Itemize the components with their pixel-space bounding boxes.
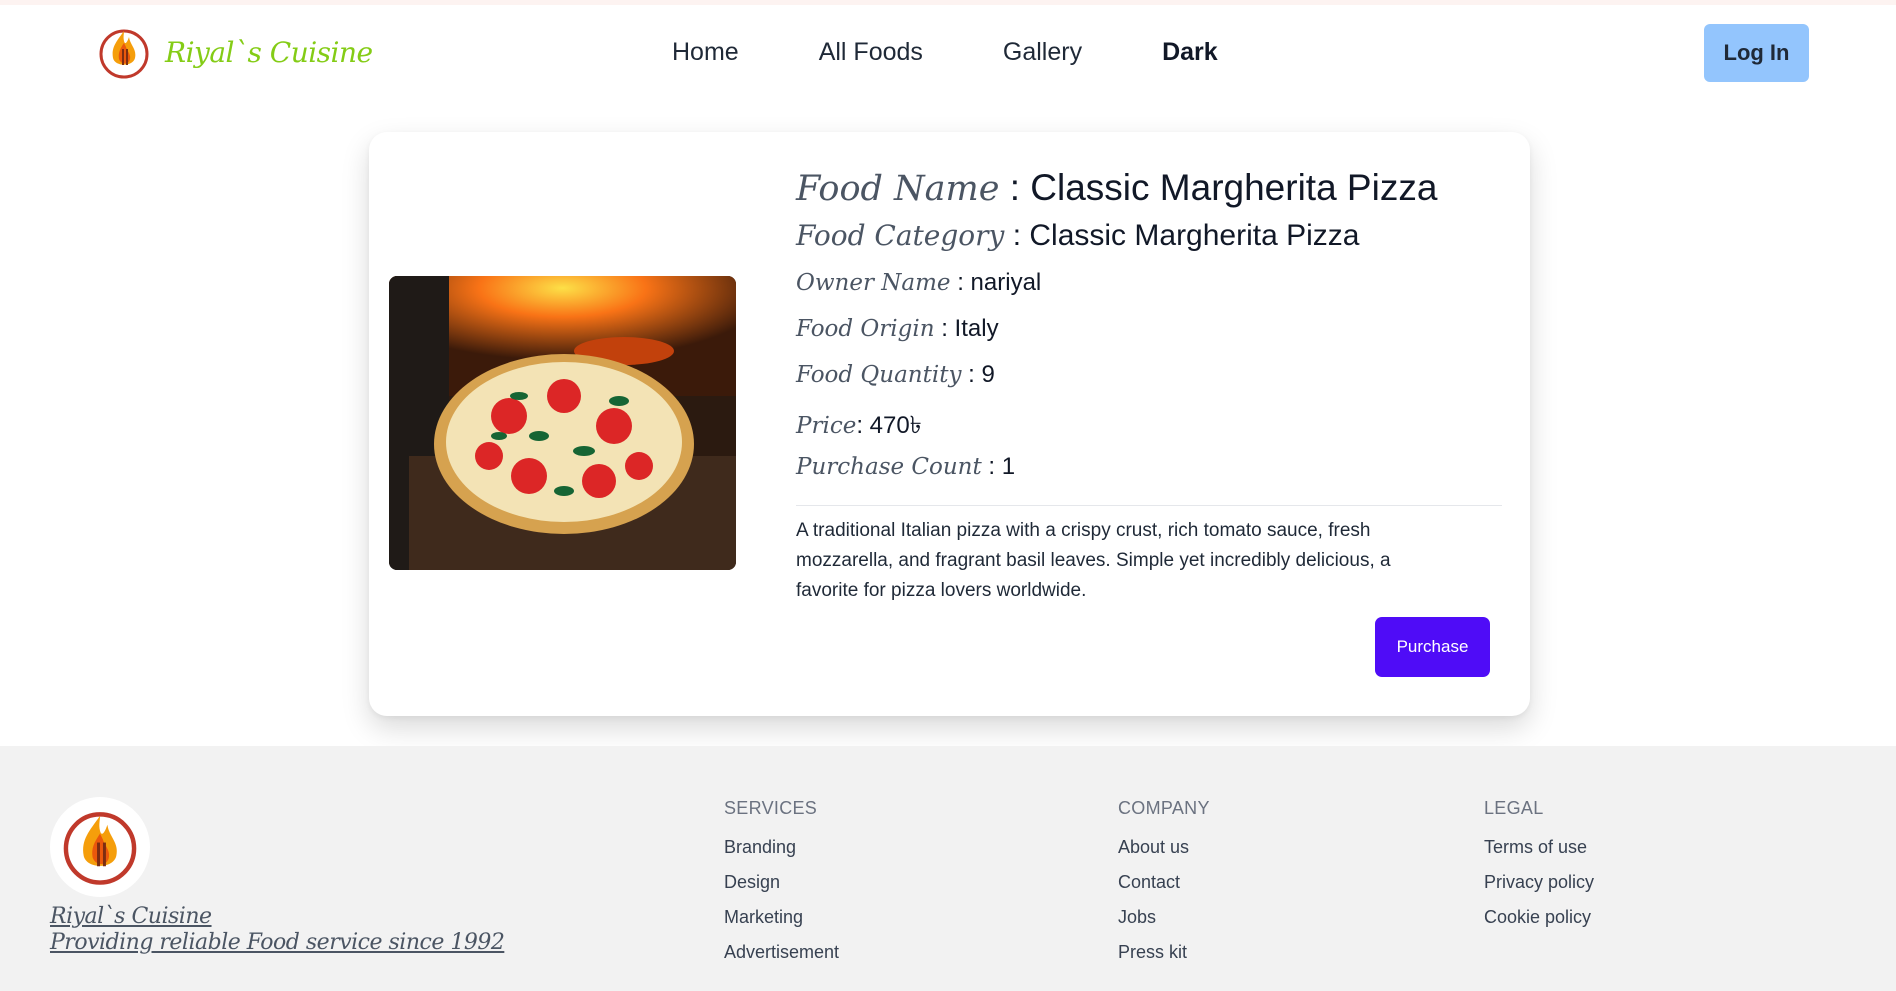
food-info: Food Name : Classic Margherita Pizza Foo… bbox=[796, 167, 1502, 606]
origin-label: Food Origin bbox=[796, 316, 935, 342]
footer-company-title: Company bbox=[1118, 798, 1210, 818]
login-button[interactable]: Log In bbox=[1704, 24, 1809, 82]
price-value: 470৳ bbox=[869, 412, 922, 439]
footer-link-contact[interactable]: Contact bbox=[1118, 872, 1210, 907]
footer-services-title: Services bbox=[724, 798, 818, 818]
quantity-row: Food Quantity : 9 bbox=[796, 361, 995, 388]
food-image bbox=[389, 276, 736, 570]
navbar: Riyal`s Cuisine Home All Foods Gallery D… bbox=[0, 5, 1896, 100]
flame-logo-icon bbox=[63, 812, 137, 885]
origin-row: Food Origin : Italy bbox=[796, 315, 999, 342]
flame-logo-icon bbox=[99, 29, 149, 79]
food-category-row: Food Category : Classic Margherita Pizza bbox=[796, 219, 1360, 252]
footer-link-terms[interactable]: Terms of use bbox=[1484, 837, 1594, 872]
quantity-label: Food Quantity bbox=[796, 362, 962, 388]
footer-link-jobs[interactable]: Jobs bbox=[1118, 907, 1210, 942]
divider bbox=[796, 505, 1502, 506]
footer-legal-title: Legal bbox=[1484, 798, 1544, 818]
owner-label: Owner Name bbox=[796, 270, 951, 296]
nav-home[interactable]: Home bbox=[672, 38, 739, 67]
owner-value: nariyal bbox=[970, 269, 1042, 296]
footer: Riyal`s Cuisine Providing reliable Food … bbox=[0, 746, 1896, 991]
purchase-count-value: 1 bbox=[1001, 453, 1016, 480]
food-detail-card: Food Name : Classic Margherita Pizza Foo… bbox=[369, 132, 1530, 716]
footer-link-branding[interactable]: Branding bbox=[724, 837, 839, 872]
footer-link-advertisement[interactable]: Advertisement bbox=[724, 942, 839, 977]
footer-link-privacy[interactable]: Privacy policy bbox=[1484, 872, 1594, 907]
brand[interactable]: Riyal`s Cuisine bbox=[97, 25, 373, 79]
food-name-row: Food Name : Classic Margherita Pizza bbox=[796, 167, 1438, 209]
footer-link-marketing[interactable]: Marketing bbox=[724, 907, 839, 942]
footer-brand: Riyal`s Cuisine Providing reliable Food … bbox=[50, 904, 505, 956]
nav-gallery[interactable]: Gallery bbox=[1003, 38, 1082, 67]
theme-toggle-dark[interactable]: Dark bbox=[1162, 38, 1218, 67]
footer-logo bbox=[50, 797, 150, 897]
footer-brand-name: Riyal`s Cuisine bbox=[50, 904, 212, 929]
price-row: Price : 470৳ bbox=[796, 407, 1502, 453]
nav-links: Home All Foods Gallery Dark bbox=[672, 38, 1298, 67]
quantity-value: 9 bbox=[981, 361, 995, 388]
origin-value: Italy bbox=[954, 315, 999, 342]
purchase-count-row: Purchase Count : 1 bbox=[796, 453, 1016, 480]
footer-legal: Legal Terms of use Privacy policy Cookie… bbox=[1484, 798, 1594, 942]
price-label: Price bbox=[796, 413, 857, 439]
food-name-label: Food Name bbox=[796, 169, 1000, 209]
food-description: A traditional Italian pizza with a crisp… bbox=[796, 520, 1391, 601]
owner-row: Owner Name : nariyal bbox=[796, 269, 1042, 296]
food-category-value: Classic Margherita Pizza bbox=[1029, 219, 1360, 252]
footer-services: Services Branding Design Marketing Adver… bbox=[724, 798, 839, 977]
nav-all-foods[interactable]: All Foods bbox=[819, 38, 923, 67]
footer-tagline: Providing reliable Food service since 19… bbox=[50, 930, 505, 955]
footer-link-design[interactable]: Design bbox=[724, 872, 839, 907]
brand-name: Riyal`s Cuisine bbox=[165, 35, 373, 69]
purchase-button[interactable]: Purchase bbox=[1375, 617, 1490, 677]
footer-link-about[interactable]: About us bbox=[1118, 837, 1210, 872]
pizza-image-icon bbox=[389, 276, 736, 570]
footer-link-cookie[interactable]: Cookie policy bbox=[1484, 907, 1594, 942]
purchase-count-label: Purchase Count bbox=[796, 454, 982, 480]
food-category-label: Food Category bbox=[796, 219, 1005, 252]
food-name-value: Classic Margherita Pizza bbox=[1030, 167, 1438, 208]
footer-company: Company About us Contact Jobs Press kit bbox=[1118, 798, 1210, 977]
footer-link-press-kit[interactable]: Press kit bbox=[1118, 942, 1210, 977]
